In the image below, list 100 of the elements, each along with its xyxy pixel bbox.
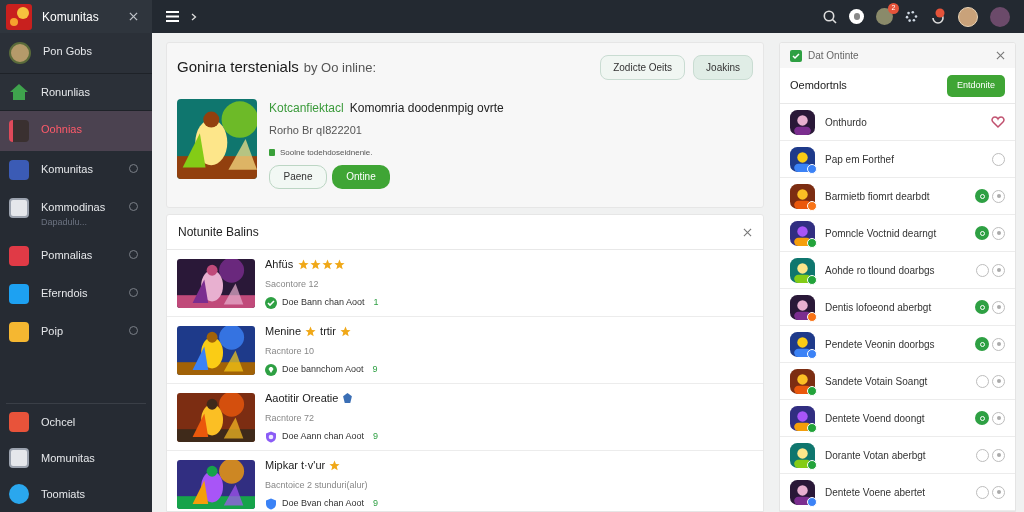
row-status: Doe Aann chan Aoot: [282, 430, 365, 444]
row-title: Mipkar t·v'ur: [265, 458, 326, 474]
row-status: Doe Bann chan Aoot: [282, 296, 365, 310]
friend-row[interactable]: Sandete Votain Soangt: [780, 363, 1015, 400]
friend-name: Sandete Votain Soangt: [825, 374, 929, 389]
list-row[interactable]: Ahfüs Sacontore 12 Doe Bann chan Aoot 1: [167, 250, 763, 317]
avatar-icon: [9, 120, 29, 142]
dots-icon[interactable]: [905, 10, 918, 23]
sidebar-item[interactable]: Poip: [0, 313, 152, 351]
sidebar-item[interactable]: Komunitas: [0, 151, 152, 189]
friend-name: Dorante Votan aberbgt: [825, 448, 927, 463]
game-meta: Rorho Br qI822201: [269, 123, 363, 138]
friend-row[interactable]: Aohde ro tlound doarbgs: [780, 252, 1015, 289]
avatar-icon: [790, 479, 815, 505]
checkbox[interactable]: [790, 49, 802, 62]
star-icon: [310, 259, 322, 270]
game-status: Soolne todehdoseidnenie.: [280, 146, 373, 159]
sidebar-label: Poip: [41, 324, 65, 339]
sidebar-item[interactable]: Toomiats: [0, 476, 152, 512]
star-icon: [329, 460, 341, 471]
star-icon: [298, 259, 310, 270]
sidebar-label: Ochcel: [41, 414, 76, 430]
row-count: 9: [373, 497, 379, 511]
card-subtitle: by Oo inline:: [303, 58, 376, 77]
row-status: Doe bannchom Aoot: [282, 363, 364, 377]
sidebar-label: Oohnias: [41, 122, 83, 137]
shield-icon: [265, 498, 277, 510]
sidebar-item[interactable]: Pon Gobs: [0, 33, 152, 74]
friend-row[interactable]: Pomncle Voctnid dearngt: [780, 215, 1015, 252]
sidebar-item[interactable]: Eferndois: [0, 275, 152, 313]
sidebar-title: Komunitas: [42, 8, 100, 26]
sidebar-label: Momunitas: [41, 450, 95, 466]
card-title: Gonirıa terstenials: [177, 57, 299, 78]
document-icon: [9, 448, 29, 468]
friend-row[interactable]: Onthurdo: [780, 104, 1015, 141]
star-icon: [334, 259, 346, 270]
row-title: Aaotitir Oreatie: [265, 391, 339, 407]
avatar-icon: [9, 42, 31, 64]
heart-icon: [991, 115, 1005, 129]
row-meta: Sacontore 12: [265, 277, 320, 291]
sidebar-item[interactable]: Ronunlias: [0, 74, 152, 111]
row-meta: Racntore 72: [265, 411, 316, 425]
search-icon[interactable]: [823, 9, 837, 24]
app-icon: [9, 412, 29, 432]
section-title: Oemdortnls: [790, 78, 848, 94]
friend-row[interactable]: Pendete Veonin doorbgs: [780, 326, 1015, 363]
row-title: trtir: [320, 324, 336, 340]
list-row[interactable]: Aaotitir Oreatie Racntore 72 Doe Aann chan Aoot 9: [167, 384, 763, 451]
friend-name: Onthurdo: [825, 115, 868, 130]
close-icon[interactable]: [743, 227, 752, 237]
game-highlight: Kotcanfiektacl: [269, 100, 344, 117]
header-button[interactable]: Joakins: [693, 55, 753, 80]
avatar-icon: [790, 331, 815, 357]
friend-row[interactable]: Pap em Forthef: [780, 141, 1015, 178]
sidebar-label: Ronunlias: [41, 85, 91, 100]
avatar-icon[interactable]: [876, 8, 893, 25]
action-button[interactable]: Paene: [269, 164, 327, 189]
app-icon: [9, 160, 29, 180]
sidebar-item[interactable]: Kommodinas Dapadulu...: [0, 189, 152, 237]
shield-icon: [265, 431, 277, 443]
row-meta: Racntore 10: [265, 344, 316, 358]
sidebar-item[interactable]: Momunitas: [0, 440, 152, 476]
row-count: 1: [373, 296, 379, 310]
friend-name: Aohde ro tlound doarbgs: [825, 263, 936, 278]
star-icon: [339, 326, 351, 337]
avatar-icon: [790, 146, 815, 172]
list-row[interactable]: Menine trtir Racntore 10 Doe bannchom Aoot 9: [167, 317, 763, 384]
menu-icon[interactable]: [166, 11, 179, 22]
row-title: Menine: [265, 324, 302, 340]
check-icon: [265, 297, 277, 309]
star-icon: [322, 259, 334, 270]
close-icon[interactable]: [129, 12, 138, 21]
friend-row[interactable]: Dentis lofoeond aberbgt: [780, 289, 1015, 326]
profile-icon[interactable]: [849, 9, 864, 24]
document-icon: [9, 198, 29, 218]
friend-row[interactable]: Dentete Voend doongt: [780, 400, 1015, 437]
chevron-right-icon[interactable]: [191, 12, 197, 21]
sidebar-item[interactable]: Pomnalias: [0, 237, 152, 275]
refresh-icon[interactable]: [930, 7, 946, 26]
sidebar-item[interactable]: Ochcel: [0, 404, 152, 440]
home-icon: [9, 83, 29, 101]
friend-row[interactable]: Barmietb fiomrt dearbdt: [780, 178, 1015, 215]
folder-icon: [9, 322, 29, 342]
friend-name: Barmietb fiomrt dearbdt: [825, 189, 931, 204]
row-status: Doe Bvan chan Aoot: [282, 497, 365, 511]
sidebar-label: Pon Gobs: [43, 44, 93, 59]
sidebar-label: Kommodinas: [41, 200, 107, 215]
friend-row[interactable]: Dentete Voene abertet: [780, 474, 1015, 511]
friend-row[interactable]: Dorante Votan aberbgt: [780, 437, 1015, 474]
list-row[interactable]: Mipkar t·v'ur Bacntoice 2 stunduri(alur) Doe Bvan chan Aoot 9: [167, 451, 763, 511]
close-icon[interactable]: [996, 51, 1005, 60]
header-button[interactable]: Zodicte Oeits: [600, 55, 686, 80]
avatar-icon: [790, 109, 815, 135]
avatar-icon[interactable]: [958, 6, 978, 27]
crest-icon: [342, 393, 354, 404]
friend-name: Dentis lofoeond aberbgt: [825, 300, 933, 315]
status-icon: [269, 149, 275, 156]
friend-name: Pap em Forthef: [825, 152, 895, 167]
friend-name: Pendete Veonin doorbgs: [825, 337, 936, 352]
avatar-icon: [790, 405, 815, 431]
